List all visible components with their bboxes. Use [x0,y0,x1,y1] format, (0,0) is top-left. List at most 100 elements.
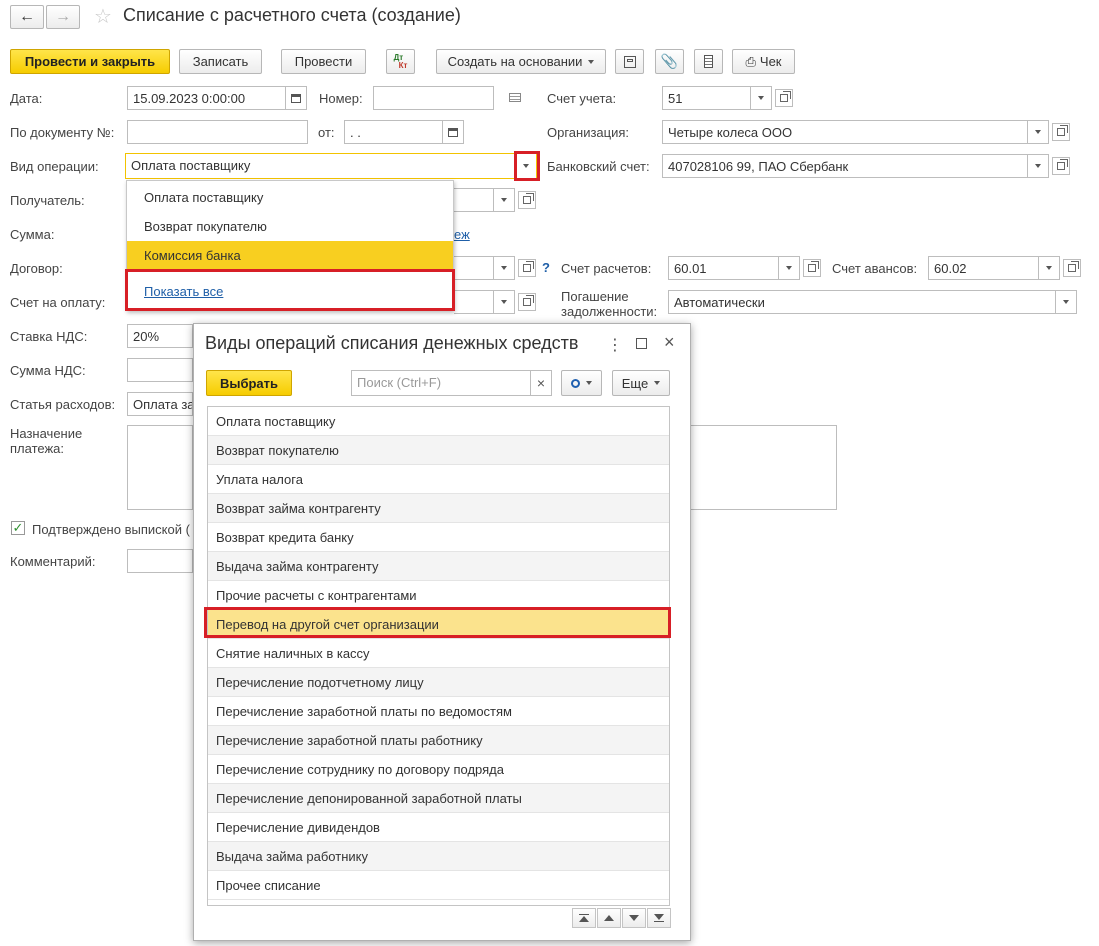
list-item[interactable]: Перечисление подотчетному лицу [208,668,669,697]
invoice-field[interactable] [454,290,494,314]
repay-label-1: Погашение [561,289,629,304]
forward-button[interactable]: → [46,5,80,29]
number-field[interactable] [373,86,494,110]
advance-open-button[interactable] [1063,259,1081,277]
dropdown-item-active[interactable]: Комиссия банка [127,241,453,270]
from-date-field[interactable]: . . [344,120,443,144]
org-dropdown-button[interactable] [1028,120,1049,144]
operation-types-dialog: Виды операций списания денежных средств … [193,323,691,941]
save-button[interactable]: Записать [179,49,262,74]
select-button[interactable]: Выбрать [206,370,292,396]
recipient-label: Получатель: [10,193,85,208]
expense-label: Статья расходов: [10,397,116,412]
contract-dropdown-button[interactable] [494,256,515,280]
post-and-close-button[interactable]: Провести и закрыть [10,49,170,74]
star-icon[interactable]: ☆ [94,4,112,29]
comment-field[interactable] [127,549,193,573]
settle-field[interactable]: 60.01 [668,256,779,280]
repay-dropdown-button[interactable] [1056,290,1077,314]
search-button[interactable] [561,370,602,396]
settle-dropdown-button[interactable] [779,256,800,280]
scroll-top-button[interactable] [572,908,596,928]
list-item[interactable]: Прочие расчеты с контрагентами [208,581,669,610]
dtkt-button[interactable]: Дт Кт [386,49,415,74]
list-item[interactable]: Возврат займа контрагенту [208,494,669,523]
list-item[interactable]: Выдача займа работнику [208,842,669,871]
list-item[interactable]: Оплата поставщику [208,407,669,436]
comment-label: Комментарий: [10,554,96,569]
vat-rate-field[interactable]: 20% [127,324,193,348]
list-item[interactable]: Перечисление депонированной заработной п… [208,784,669,813]
open-icon [1057,159,1068,170]
account-field[interactable]: 51 [662,86,751,110]
date-field[interactable]: 15.09.2023 0:00:00 [127,86,286,110]
settle-open-button[interactable] [803,259,821,277]
purpose-field[interactable] [127,425,193,510]
doc-no-field[interactable] [127,120,308,144]
amount-link[interactable]: еж [454,227,470,242]
help-icon[interactable]: ? [542,260,550,275]
bank-account-field[interactable]: 407028106 99, ПАО Сбербанк [662,154,1028,178]
more-button[interactable]: Еще [612,370,670,396]
dropdown-item[interactable]: Оплата поставщику [127,183,453,212]
recipient-open-button[interactable] [518,191,536,209]
confirmed-checkbox[interactable]: ✓ [11,521,25,535]
bank-account-open-button[interactable] [1052,157,1070,175]
open-icon [523,193,534,204]
list-item[interactable]: Снятие наличных в кассу [208,639,669,668]
vat-sum-field[interactable] [127,358,193,382]
date-label: Дата: [10,91,43,106]
more-vert-icon[interactable]: ⋮ [607,335,623,355]
open-icon [808,261,819,272]
list-item[interactable]: Перечисление дивидендов [208,813,669,842]
recipient-dropdown-button[interactable] [494,188,515,212]
advance-field[interactable]: 60.02 [928,256,1039,280]
invoice-dropdown-button[interactable] [494,290,515,314]
contract-field[interactable] [454,256,494,280]
scroll-down-button[interactable] [622,908,646,928]
scroll-bottom-button[interactable] [647,908,671,928]
structure-button[interactable] [615,49,644,74]
attach-button[interactable]: 📎 [655,49,684,74]
purpose-field-right[interactable] [691,425,837,510]
list-item[interactable]: Уплата налога [208,465,669,494]
report-button[interactable] [694,49,723,74]
list-item[interactable]: Прочее списание [208,871,669,900]
contract-open-button[interactable] [518,259,536,277]
repay-field[interactable]: Автоматически [668,290,1056,314]
list-item[interactable]: Перечисление заработной платы работнику [208,726,669,755]
date-calendar-button[interactable] [286,86,307,110]
account-open-button[interactable] [775,89,793,107]
create-based-on-button[interactable]: Создать на основании [436,49,606,74]
maximize-icon[interactable] [636,338,647,349]
search-clear-button[interactable]: × [530,370,552,396]
post-button[interactable]: Провести [281,49,366,74]
invoice-label: Счет на оплату: [10,295,106,310]
check-button[interactable]: ⎙ Чек [732,49,795,74]
expense-field[interactable]: Оплата за [127,392,193,416]
invoice-open-button[interactable] [518,293,536,311]
list-item[interactable]: Возврат покупателю [208,436,669,465]
account-dropdown-button[interactable] [751,86,772,110]
scroll-up-button[interactable] [597,908,621,928]
search-input[interactable]: Поиск (Ctrl+F) [351,370,531,396]
op-type-field[interactable]: Оплата поставщику [125,153,516,179]
list-item[interactable]: Возврат кредита банку [208,523,669,552]
org-open-button[interactable] [1052,123,1070,141]
list-icon[interactable] [509,93,521,102]
from-calendar-button[interactable] [443,120,464,144]
back-button[interactable]: ← [10,5,44,29]
bank-account-dropdown-button[interactable] [1028,154,1049,178]
vat-rate-label: Ставка НДС: [10,329,88,344]
dropdown-item[interactable]: Возврат покупателю [127,212,453,241]
list-item[interactable]: Выдача займа контрагенту [208,552,669,581]
list-item[interactable]: Перечисление заработной платы по ведомос… [208,697,669,726]
recipient-field[interactable] [454,188,494,212]
calendar-icon [448,127,458,137]
account-label: Счет учета: [547,91,617,106]
advance-dropdown-button[interactable] [1039,256,1060,280]
close-icon[interactable]: × [664,332,675,353]
list-item[interactable]: Перечисление сотруднику по договору подр… [208,755,669,784]
settle-label: Счет расчетов: [561,261,652,276]
org-field[interactable]: Четыре колеса ООО [662,120,1028,144]
